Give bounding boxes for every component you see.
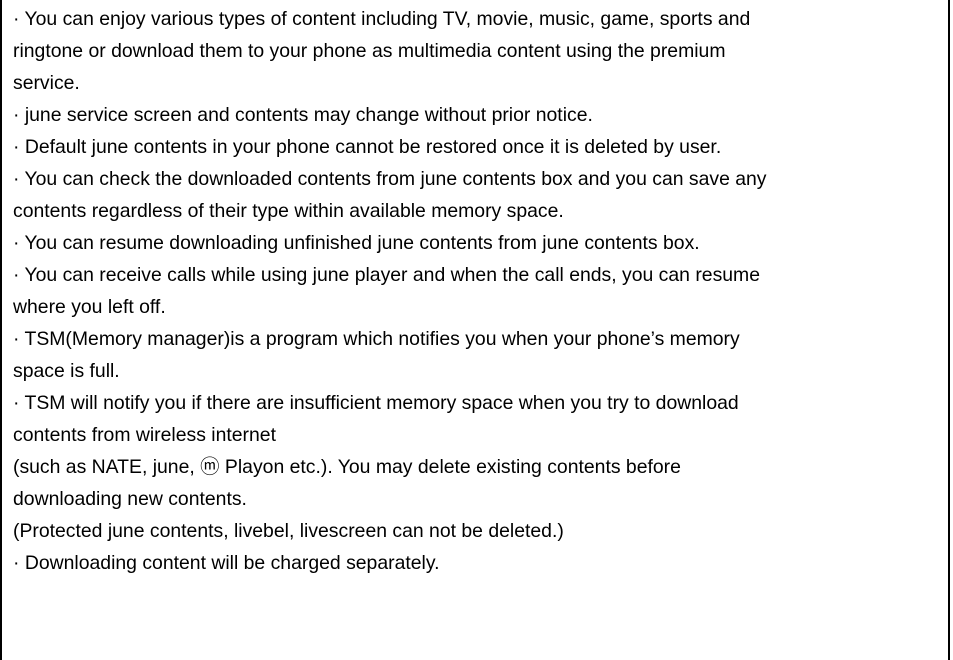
text-line: · Downloading content will be charged se…: [13, 552, 440, 574]
text-line: · You can check the downloaded contents …: [13, 168, 767, 190]
text-line: (Protected june contents, livebel, lives…: [13, 520, 564, 542]
document-frame: · You can enjoy various types of content…: [0, 0, 950, 660]
document-body: · You can enjoy various types of content…: [13, 3, 943, 579]
text-line: (such as NATE, june, ⓜ Playon etc.). You…: [13, 456, 681, 478]
text-line: · You can receive calls while using june…: [13, 264, 760, 286]
text-line: · TSM will notify you if there are insuf…: [13, 392, 739, 414]
text-line: service.: [13, 72, 80, 94]
text-line: contents from wireless internet: [13, 424, 276, 446]
text-line: · You can enjoy various types of content…: [13, 8, 751, 30]
text-line: · TSM(Memory manager)is a program which …: [13, 328, 740, 350]
text-line: contents regardless of their type within…: [13, 200, 564, 222]
text-line: where you left off.: [13, 296, 166, 318]
text-line: · Default june contents in your phone ca…: [13, 136, 722, 158]
text-line: · june service screen and contents may c…: [13, 104, 593, 126]
text-line: space is full.: [13, 360, 120, 382]
text-line: · You can resume downloading unfinished …: [13, 232, 700, 254]
text-line: ringtone or download them to your phone …: [13, 40, 726, 62]
text-line: downloading new contents.: [13, 488, 247, 510]
